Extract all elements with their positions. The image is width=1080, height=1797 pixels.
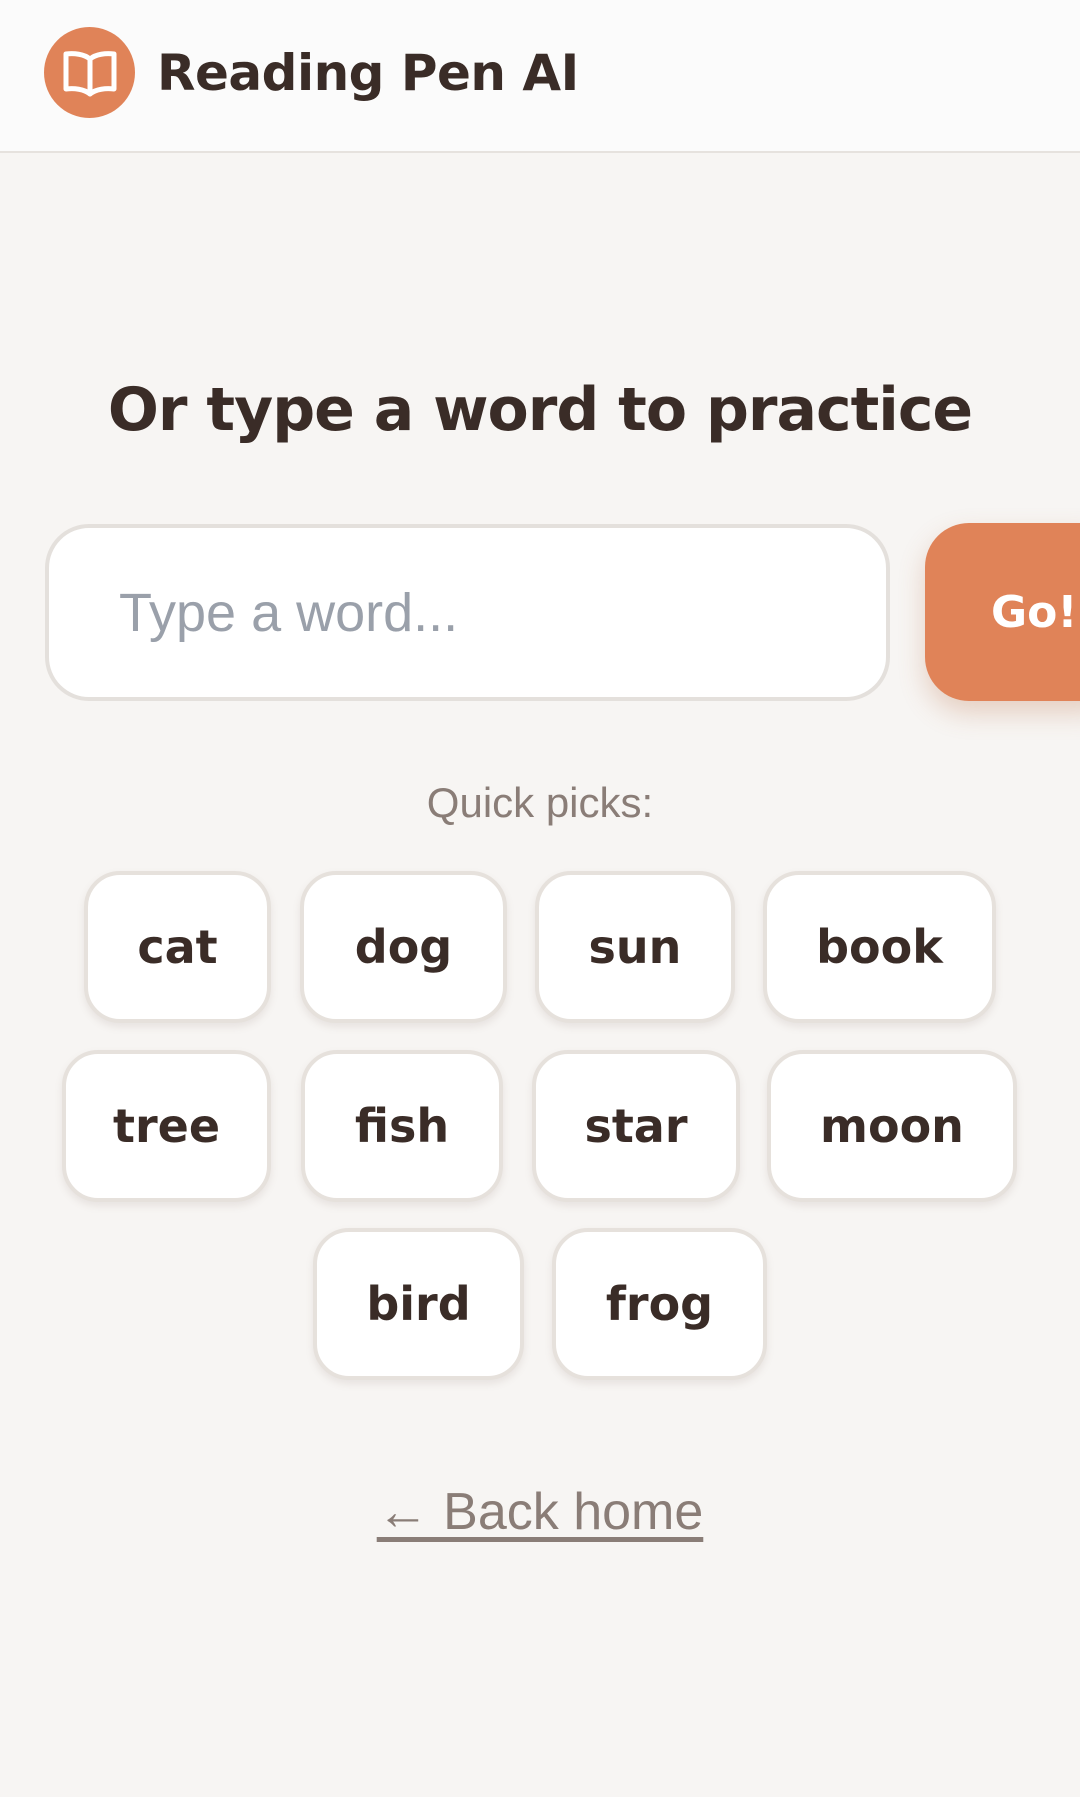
quick-pick-dog[interactable]: dog [300, 871, 507, 1023]
quick-picks-label: Quick picks: [426, 779, 654, 826]
quick-pick-sun[interactable]: sun [535, 871, 735, 1023]
app-header: Reading Pen AI [0, 0, 1080, 153]
open-book-icon [44, 27, 135, 118]
quick-pick-bird[interactable]: bird [313, 1228, 524, 1380]
open-book-icon-glyph [63, 50, 116, 96]
quick-pick-tree[interactable]: tree [62, 1050, 271, 1202]
quick-pick-fish[interactable]: fish [301, 1050, 503, 1202]
quick-pick-book[interactable]: book [763, 871, 996, 1023]
app-title: Reading Pen AI [157, 44, 579, 102]
quick-pick-cat[interactable]: cat [84, 871, 271, 1023]
practice-heading: Or type a word to practice [107, 375, 973, 445]
quick-pick-star[interactable]: star [532, 1050, 740, 1202]
quick-pick-frog[interactable]: frog [552, 1228, 767, 1380]
word-input[interactable] [45, 524, 890, 701]
go-button[interactable]: Go! [925, 523, 1080, 701]
quick-pick-moon[interactable]: moon [767, 1050, 1017, 1202]
back-home-link[interactable]: ← Back home [0, 1480, 1080, 1544]
